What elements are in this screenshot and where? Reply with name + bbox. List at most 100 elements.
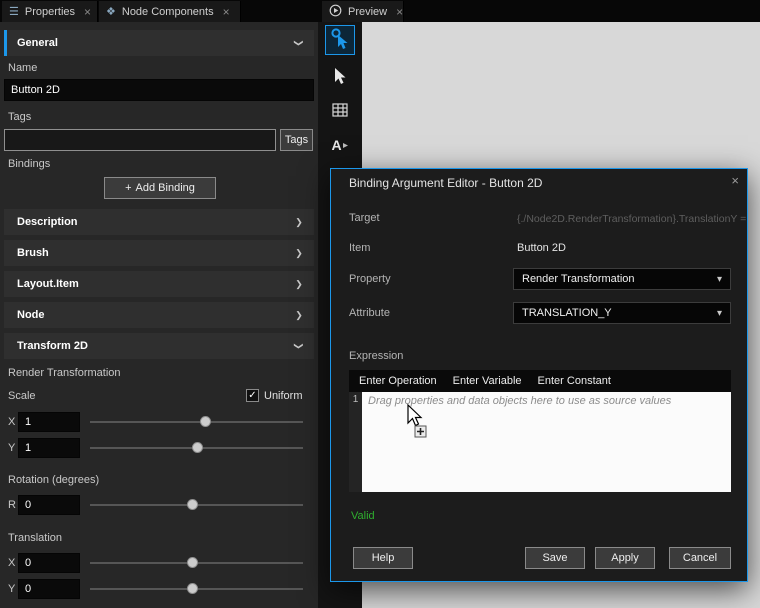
slider-handle[interactable] — [187, 499, 198, 510]
translation-y-axis-label: Y — [8, 583, 15, 595]
add-binding-button[interactable]: + Add Binding — [104, 177, 216, 199]
translation-y-input[interactable] — [18, 579, 80, 599]
section-layout-item[interactable]: Layout.Item ❯ — [4, 271, 314, 297]
scale-y-slider[interactable] — [90, 438, 303, 458]
enter-constant-button[interactable]: Enter Constant — [538, 375, 611, 387]
dialog-title: Binding Argument Editor - Button 2D — [349, 176, 542, 190]
slider-handle[interactable] — [192, 442, 203, 453]
expression-label: Expression — [349, 350, 403, 362]
translation-x-input[interactable] — [18, 553, 80, 573]
chevron-down-icon: ❯ — [294, 38, 304, 48]
chevron-right-icon: ❯ — [294, 217, 304, 227]
enter-variable-button[interactable]: Enter Variable — [453, 375, 522, 387]
translation-x-axis-label: X — [8, 557, 15, 569]
tab-properties[interactable]: ☰ Properties × — [2, 1, 98, 22]
uniform-checkbox[interactable]: ✓ — [246, 389, 259, 402]
section-description-label: Description — [17, 216, 78, 228]
save-button[interactable]: Save — [525, 547, 585, 569]
section-brush[interactable]: Brush ❯ — [4, 240, 314, 266]
play-circle-icon — [329, 4, 342, 20]
close-icon[interactable]: × — [396, 5, 403, 19]
expression-editor: 1 Drag properties and data objects here … — [349, 392, 731, 492]
scale-x-slider[interactable] — [90, 412, 303, 432]
item-label: Item — [349, 242, 370, 254]
chevron-right-icon: ❯ — [294, 279, 304, 289]
section-brush-label: Brush — [17, 247, 49, 259]
line-number: 1 — [349, 392, 362, 492]
app-window: ☰ Properties × ❖ Node Components × Previ… — [0, 0, 760, 608]
add-binding-label: Add Binding — [136, 182, 195, 194]
section-general-label: General — [17, 37, 58, 49]
close-icon[interactable]: × — [731, 173, 739, 188]
tags-input[interactable] — [4, 129, 276, 151]
render-transformation-label: Render Transformation — [8, 367, 121, 379]
property-dropdown[interactable]: Render Transformation ▾ — [513, 268, 731, 290]
slider-handle[interactable] — [187, 583, 198, 594]
property-dropdown-value: Render Transformation — [522, 273, 635, 285]
tab-preview-label: Preview — [348, 6, 387, 18]
select-tool-button[interactable] — [325, 62, 355, 92]
slider-handle[interactable] — [200, 416, 211, 427]
chevron-right-icon: ❯ — [294, 310, 304, 320]
scale-y-axis-label: Y — [8, 442, 15, 454]
section-transform-2d[interactable]: Transform 2D ❯ — [4, 333, 314, 359]
rotation-r-axis-label: R — [8, 499, 16, 511]
close-icon[interactable]: × — [223, 5, 230, 19]
attribute-dropdown[interactable]: TRANSLATION_Y ▾ — [513, 302, 731, 324]
translation-x-slider[interactable] — [90, 553, 303, 573]
plus-icon: + — [125, 182, 131, 194]
translation-y-slider[interactable] — [90, 579, 303, 599]
pick-cursor-icon — [330, 28, 350, 53]
binding-argument-editor-dialog: Binding Argument Editor - Button 2D × Ta… — [330, 168, 748, 582]
slider-handle[interactable] — [187, 557, 198, 568]
chevron-down-icon: ▾ — [717, 274, 722, 285]
tab-preview[interactable]: Preview × — [322, 1, 404, 22]
active-section-accent — [4, 30, 7, 56]
section-layout-item-label: Layout.Item — [17, 278, 79, 290]
rotation-r-input[interactable] — [18, 495, 80, 515]
text-tool-arrow-icon — [342, 142, 349, 149]
tab-node-components[interactable]: ❖ Node Components × — [99, 1, 241, 22]
property-label: Property — [349, 273, 391, 285]
tags-button[interactable]: Tags — [280, 129, 313, 151]
arrow-cursor-icon — [333, 67, 347, 88]
help-button[interactable]: Help — [353, 547, 413, 569]
scale-x-axis-label: X — [8, 416, 15, 428]
interact-tool-button[interactable] — [325, 25, 355, 55]
properties-panel: General ❯ Name Tags Tags Bindings + Add … — [0, 22, 318, 608]
translation-label: Translation — [8, 532, 62, 544]
scale-x-input[interactable] — [18, 412, 80, 432]
rotation-r-slider[interactable] — [90, 495, 303, 515]
section-general[interactable]: General ❯ — [4, 30, 314, 56]
tab-node-components-label: Node Components — [122, 6, 214, 18]
text-tool-icon: A — [331, 137, 341, 153]
properties-icon: ☰ — [9, 5, 19, 18]
name-label: Name — [8, 62, 37, 74]
apply-button[interactable]: Apply — [595, 547, 655, 569]
target-label: Target — [349, 212, 380, 224]
close-icon[interactable]: × — [84, 5, 91, 19]
section-description[interactable]: Description ❯ — [4, 209, 314, 235]
tab-bar: ☰ Properties × ❖ Node Components × Previ… — [0, 0, 760, 22]
target-value: {./Node2D.RenderTransformation}.Translat… — [517, 213, 746, 225]
tab-properties-label: Properties — [25, 6, 75, 18]
rotation-label: Rotation (degrees) — [8, 474, 99, 486]
bindings-label: Bindings — [8, 158, 50, 170]
attribute-label: Attribute — [349, 307, 390, 319]
cancel-button[interactable]: Cancel — [669, 547, 731, 569]
slider-track — [90, 421, 303, 423]
item-value: Button 2D — [517, 242, 566, 254]
section-node[interactable]: Node ❯ — [4, 302, 314, 328]
scale-y-input[interactable] — [18, 438, 80, 458]
status-badge: Valid — [351, 510, 375, 522]
attribute-dropdown-value: TRANSLATION_Y — [522, 307, 612, 319]
grid-tool-button[interactable] — [325, 96, 355, 126]
enter-operation-button[interactable]: Enter Operation — [359, 375, 437, 387]
text-tool-button[interactable]: A — [325, 130, 355, 160]
name-input[interactable] — [4, 79, 314, 101]
chevron-right-icon: ❯ — [294, 248, 304, 258]
component-icon: ❖ — [106, 5, 116, 18]
expression-input[interactable]: Drag properties and data objects here to… — [362, 392, 731, 492]
grid-icon — [332, 103, 348, 120]
section-node-label: Node — [17, 309, 45, 321]
